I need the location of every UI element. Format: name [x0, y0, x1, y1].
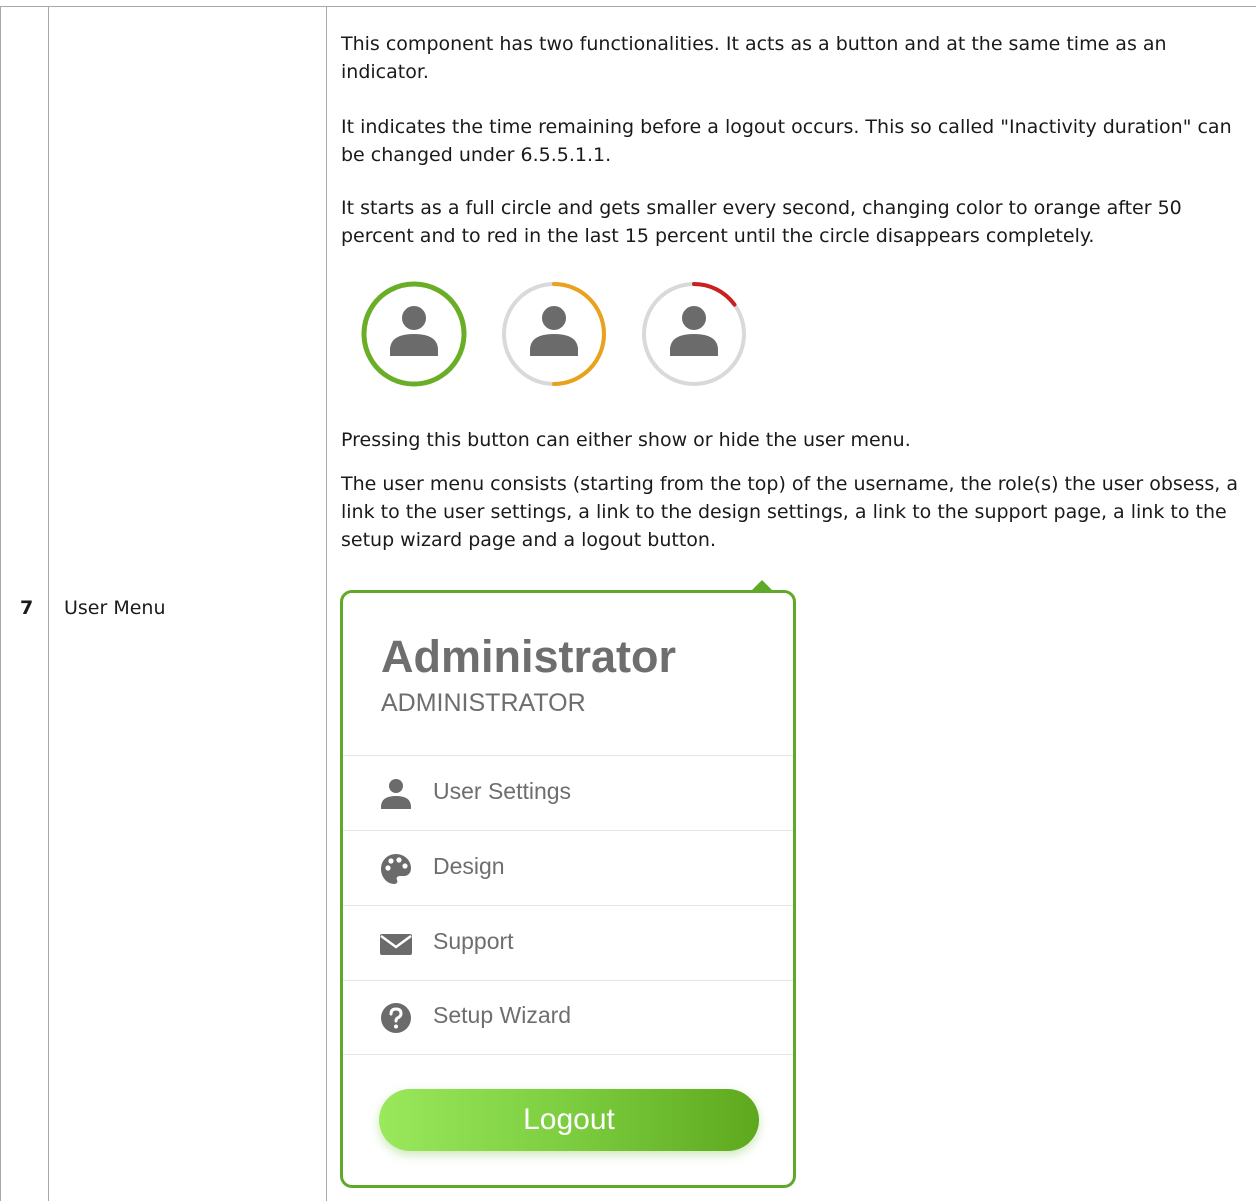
popup-arrow	[752, 580, 772, 590]
envelope-icon	[380, 934, 412, 955]
indicator-arc	[552, 282, 606, 386]
user-menu-indicator-low[interactable]	[640, 280, 748, 388]
palette-icon	[381, 854, 411, 884]
row-name: User Menu	[64, 597, 166, 619]
menu-item-label: Setup Wizard	[433, 1002, 572, 1028]
column-divider-2	[326, 6, 327, 1201]
indicator-arc	[692, 282, 737, 307]
menu-item-setup-wizard[interactable]: Setup Wizard	[343, 980, 793, 1055]
menu-item-user-settings[interactable]: User Settings	[343, 756, 793, 831]
question-circle-icon	[381, 1003, 411, 1033]
indicator-arc	[361, 281, 467, 387]
description-paragraph: Pressing this button can either show or …	[341, 429, 911, 451]
table-top-border	[0, 6, 1256, 7]
table-left-border	[0, 6, 1, 1201]
menu-item-label: Design	[433, 853, 505, 879]
user-menu-indicator-full[interactable]	[360, 280, 468, 388]
column-divider-1	[48, 6, 49, 1201]
menu-item-label: Support	[433, 928, 514, 954]
logout-button[interactable]: Logout	[379, 1089, 759, 1151]
user-icon	[381, 779, 411, 809]
user-icon	[670, 306, 718, 356]
user-role: ADMINISTRATOR	[381, 689, 586, 717]
user-menu-popup: Administrator ADMINISTRATOR User Setting…	[340, 590, 796, 1188]
inactivity-indicators	[360, 280, 760, 390]
row-number: 7	[20, 597, 34, 619]
description-paragraph: It indicates the time remaining before a…	[341, 116, 1232, 166]
user-menu-indicator-half[interactable]	[500, 280, 608, 388]
user-icon	[390, 306, 438, 356]
username: Administrator	[381, 631, 677, 682]
description-paragraph: It starts as a full circle and gets smal…	[341, 197, 1182, 247]
menu-item-label: User Settings	[433, 778, 572, 804]
description-paragraph: This component has two functionalities. …	[341, 33, 1167, 83]
user-menu-header: Administrator ADMINISTRATOR	[343, 593, 793, 756]
description-paragraph: The user menu consists (starting from th…	[341, 473, 1239, 551]
menu-item-support[interactable]: Support	[343, 906, 793, 981]
user-icon	[530, 306, 578, 356]
menu-item-design[interactable]: Design	[343, 831, 793, 906]
